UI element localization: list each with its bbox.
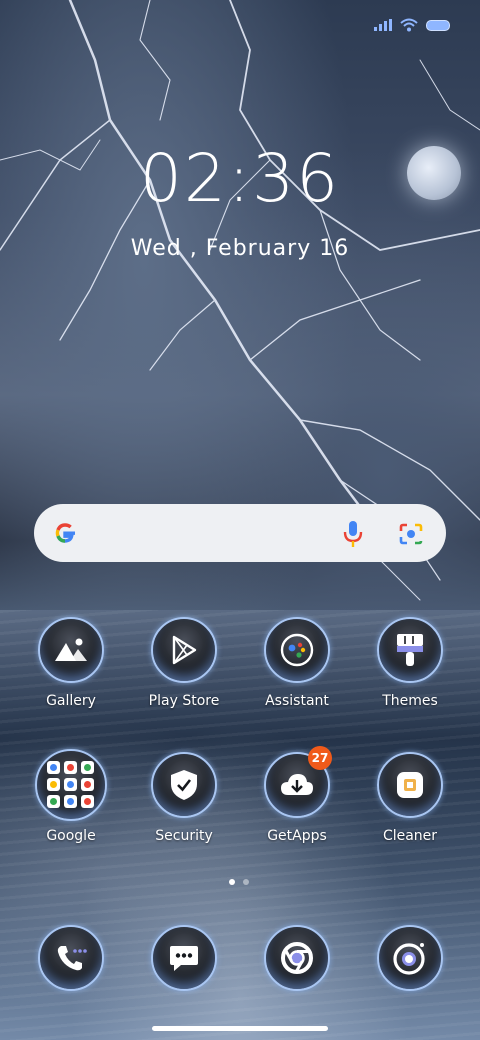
app-label: Google	[46, 828, 96, 844]
app-label: Gallery	[46, 693, 96, 709]
app-security[interactable]: Security	[139, 752, 229, 844]
app-label: Play Store	[148, 693, 220, 709]
dock-camera[interactable]	[365, 925, 455, 991]
assistant-icon	[264, 617, 330, 683]
microphone-icon[interactable]	[342, 520, 364, 548]
google-folder-icon	[35, 749, 107, 821]
messages-icon	[151, 925, 217, 991]
themes-icon	[377, 617, 443, 683]
app-label: Themes	[382, 693, 438, 709]
page-indicator-active[interactable]	[229, 879, 235, 885]
clock-time[interactable]: 02:36	[0, 140, 480, 217]
security-icon	[151, 752, 217, 818]
app-label: Assistant	[265, 693, 329, 709]
phone-icon	[38, 925, 104, 991]
dock-chrome[interactable]	[252, 925, 342, 991]
page-indicator[interactable]	[243, 879, 249, 885]
app-label: Cleaner	[382, 828, 438, 844]
app-gallery[interactable]: Gallery	[26, 617, 116, 709]
status-bar	[374, 18, 450, 32]
clock-date[interactable]: Wed , February 16	[0, 236, 480, 261]
notification-badge: 27	[308, 746, 332, 770]
app-assistant[interactable]: Assistant	[252, 617, 342, 709]
google-lens-icon[interactable]	[398, 522, 424, 546]
getapps-icon: 27	[264, 746, 332, 818]
signal-icon	[374, 19, 392, 31]
dock-phone[interactable]	[26, 925, 116, 991]
app-google-folder[interactable]: Google	[26, 749, 116, 844]
dock-messages[interactable]	[139, 925, 229, 991]
chrome-icon	[264, 925, 330, 991]
play-store-icon	[151, 617, 217, 683]
home-gesture-bar[interactable]	[152, 1026, 328, 1031]
app-label: GetApps	[267, 828, 327, 844]
camera-icon	[377, 925, 443, 991]
gallery-icon	[38, 617, 104, 683]
app-play-store[interactable]: Play Store	[139, 617, 229, 709]
app-cleaner[interactable]: Cleaner	[365, 752, 455, 844]
google-g-icon	[55, 523, 75, 543]
wifi-icon	[400, 18, 418, 32]
app-themes[interactable]: Themes	[365, 617, 455, 709]
cleaner-icon	[377, 752, 443, 818]
google-search-bar[interactable]	[34, 504, 446, 562]
battery-icon	[426, 19, 450, 31]
app-getapps[interactable]: 27 GetApps	[252, 746, 342, 844]
app-label: Security	[155, 828, 213, 844]
